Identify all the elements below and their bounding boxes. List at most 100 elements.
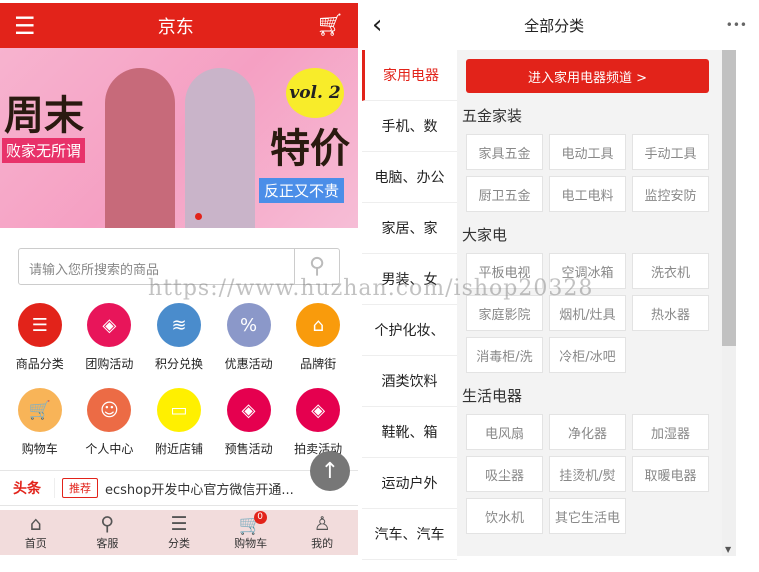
shortcut-item[interactable]: 🛒 购物车: [6, 388, 74, 457]
subcategory-item[interactable]: 空调冰箱: [549, 253, 626, 289]
carousel-dot[interactable]: [195, 213, 202, 220]
nav-label: 我的: [311, 537, 334, 550]
subcategory-item[interactable]: 热水器: [632, 295, 709, 331]
subcategory-item[interactable]: 吸尘器: [466, 456, 543, 492]
sidebar-item[interactable]: 鞋靴、箱: [362, 407, 457, 458]
back-to-top-button[interactable]: ↑: [310, 451, 350, 491]
shortcut-label: 积分兑换: [154, 357, 203, 371]
subcategory-item[interactable]: 消毒柜/洗: [466, 337, 543, 373]
shortcut-icon: ◈: [296, 388, 341, 432]
sidebar-item[interactable]: 汽车、汽车: [362, 509, 457, 560]
nav-label: 购物车: [234, 537, 268, 550]
subcategory-item[interactable]: 电风扇: [466, 414, 543, 450]
subcategory-item[interactable]: 净化器: [549, 414, 626, 450]
section-grid: 家具五金 电动工具 手动工具厨卫五金 电工电料 监控安防: [466, 134, 722, 212]
search-input[interactable]: 请输入您所搜索的商品: [19, 249, 294, 284]
scroll-down-icon[interactable]: ▼: [725, 545, 731, 554]
category-page: ‹ 全部分类 ••• 家用电器 手机、数 电脑、办公 家居、家 男装、女 个护化妆、 酒类饮…: [360, 0, 759, 560]
sidebar-item[interactable]: 运动户外: [362, 458, 457, 509]
subcategory-item[interactable]: 厨卫五金: [466, 176, 543, 212]
subcategory-item[interactable]: 家庭影院: [466, 295, 543, 331]
nav-item[interactable]: ⌂ 首页: [6, 510, 66, 555]
shortcut-icon: ☰: [17, 303, 62, 347]
subcategory-item[interactable]: 冷柜/冰吧: [549, 337, 626, 373]
subcategory-item[interactable]: 取暖电器: [632, 456, 709, 492]
search-button[interactable]: ⚲: [294, 249, 339, 284]
nav-item[interactable]: ♙ 我的: [292, 510, 352, 555]
section-grid: 电风扇 净化器 加湿器吸尘器 挂烫机/熨 取暖电器饮水机 其它生活电: [466, 414, 722, 534]
sidebar-item[interactable]: 家居、家: [362, 203, 457, 254]
sidebar-item[interactable]: 电脑、办公: [362, 152, 457, 203]
shortcut-label: 购物车: [21, 442, 58, 456]
shortcut-item[interactable]: ◈ 团购活动: [75, 303, 143, 372]
shortcut-item[interactable]: ◈ 预售活动: [215, 388, 283, 457]
sidebar-item[interactable]: 酒类饮料: [362, 356, 457, 407]
sidebar-item[interactable]: 手机、数: [362, 101, 457, 152]
subcategory-item[interactable]: 监控安防: [632, 176, 709, 212]
shortcut-item[interactable]: ≋ 积分兑换: [145, 303, 213, 372]
sidebar-item[interactable]: 个护化妆、: [362, 305, 457, 356]
shortcut-item[interactable]: ◈ 拍卖活动: [284, 388, 352, 457]
search-box: 请输入您所搜索的商品 ⚲: [18, 248, 340, 285]
enter-channel-button[interactable]: 进入家用电器频道 >: [466, 59, 709, 93]
subcategory-item[interactable]: 平板电视: [466, 253, 543, 289]
scrollbar[interactable]: ▼: [722, 50, 736, 556]
nav-icon: ⌂: [29, 513, 42, 535]
nav-icon: ☰: [170, 513, 188, 535]
more-icon[interactable]: •••: [726, 18, 747, 32]
nav-item[interactable]: ⚲ 客服: [77, 510, 137, 555]
shortcut-item[interactable]: ☰ 商品分类: [6, 303, 74, 372]
banner-subtitle-2: 反正又不贵: [258, 178, 344, 203]
shortcut-item[interactable]: % 优惠活动: [215, 303, 283, 372]
banner-subtitle: 败家无所谓: [2, 138, 86, 163]
subcategory-item[interactable]: 电动工具: [549, 134, 626, 170]
shortcut-label: 商品分类: [15, 357, 64, 371]
shortcut-item[interactable]: ⌂ 品牌街: [284, 303, 352, 372]
shortcut-label: 团购活动: [85, 357, 134, 371]
cart-badge: 0: [253, 511, 267, 524]
shortcut-label: 品牌街: [300, 357, 337, 371]
subcategory-item[interactable]: 手动工具: [632, 134, 709, 170]
shortcut-row: 🛒 购物车 ☺ 个人中心 ▭ 附近店铺 ◈ 预售活动 ◈ 拍卖活动: [0, 388, 358, 457]
nav-label: 首页: [24, 537, 47, 550]
banner-badge: vol. 2: [286, 68, 344, 118]
shortcut-item[interactable]: ☺ 个人中心: [75, 388, 143, 457]
menu-icon[interactable]: ☰: [14, 12, 36, 40]
ticker-tag: 推荐: [62, 478, 98, 498]
shortcut-icon: ⌂: [296, 303, 341, 347]
shortcut-icon: ≋: [156, 303, 201, 347]
shortcut-label: 个人中心: [85, 442, 134, 456]
subcategory-item[interactable]: 洗衣机: [632, 253, 709, 289]
nav-icon: ⚲: [100, 513, 115, 535]
nav-item[interactable]: ☰ 分类: [149, 510, 209, 555]
subcategory-item[interactable]: 电工电料: [549, 176, 626, 212]
subcategory-item[interactable]: 加湿器: [632, 414, 709, 450]
back-icon[interactable]: ‹: [372, 10, 382, 40]
shortcut-icon: ☺: [87, 388, 132, 432]
subcategory-item[interactable]: 烟机/灶具: [549, 295, 626, 331]
top-header: ☰ 京东 🛒︎: [0, 3, 358, 48]
subcategory-item[interactable]: 饮水机: [466, 498, 543, 534]
scrollbar-thumb[interactable]: [722, 50, 736, 346]
cart-icon[interactable]: 🛒︎: [316, 13, 344, 38]
news-ticker[interactable]: 头条 推荐 ecshop开发中心官方微信开通...: [0, 470, 358, 506]
nav-item[interactable]: 🛒 0 购物车: [221, 510, 281, 555]
ticker-text[interactable]: ecshop开发中心官方微信开通...: [105, 479, 294, 498]
arrow-up-icon: ↑: [320, 458, 340, 484]
sidebar-item[interactable]: 男装、女: [362, 254, 457, 305]
subcategory-item[interactable]: 其它生活电: [549, 498, 626, 534]
category-header: ‹ 全部分类 •••: [360, 0, 759, 50]
shortcut-row: ☰ 商品分类 ◈ 团购活动 ≋ 积分兑换 % 优惠活动 ⌂ 品牌街: [0, 303, 358, 372]
section-title: 生活电器: [462, 387, 523, 405]
home-page: ☰ 京东 🛒︎ 周末 败家无所谓 vol. 2 特价 反正又不贵 请输入您所搜索…: [0, 3, 358, 555]
shortcut-item[interactable]: ▭ 附近店铺: [145, 388, 213, 457]
promo-banner[interactable]: 周末 败家无所谓 vol. 2 特价 反正又不贵: [0, 48, 358, 228]
shortcut-label: 预售活动: [224, 442, 273, 456]
nav-label: 客服: [96, 537, 119, 550]
subcategory-item[interactable]: 挂烫机/熨: [549, 456, 626, 492]
ticker-head: 头条: [0, 478, 55, 498]
header-title: 京东: [157, 16, 194, 38]
subcategory-item[interactable]: 家具五金: [466, 134, 543, 170]
sidebar-item[interactable]: 家用电器: [362, 50, 457, 101]
banner-title-2: 特价: [270, 126, 350, 172]
